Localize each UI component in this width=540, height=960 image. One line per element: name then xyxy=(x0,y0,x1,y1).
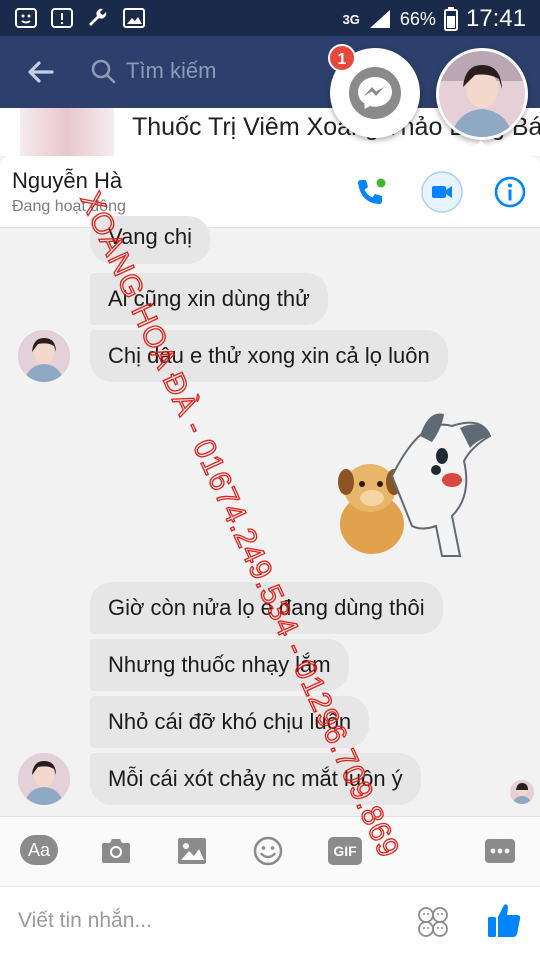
message-bubble[interactable]: Giờ còn nửa lọ e đang dùng thôi xyxy=(90,582,443,634)
thumbs-up-icon[interactable] xyxy=(486,901,522,939)
post-thumbnail xyxy=(20,108,114,156)
wrench-icon xyxy=(89,8,107,26)
clock: 17:41 xyxy=(465,5,526,32)
emoji-icon[interactable] xyxy=(250,835,286,867)
message-bubble[interactable]: Nhỏ cái đỡ khó chịu luôn xyxy=(90,696,370,748)
phone-call-icon[interactable] xyxy=(348,170,392,214)
status-bar: 3G 66% 17:41 xyxy=(0,0,540,36)
more-options-icon[interactable] xyxy=(482,835,518,867)
gallery-icon xyxy=(123,8,145,28)
message-bubble[interactable]: Ai cũng xin dùng thử xyxy=(90,273,328,325)
composer-toolbar: Aa GIF xyxy=(0,816,540,886)
info-icon[interactable] xyxy=(488,170,532,214)
reactions-icon[interactable] xyxy=(416,905,450,939)
camera-icon[interactable] xyxy=(98,835,134,867)
active-status: Đang hoạt động xyxy=(12,198,126,215)
message-bubble[interactable]: Vang chị xyxy=(90,216,210,264)
message-bubble[interactable]: Mỗi cái xót chảy nc mắt luôn ý xyxy=(90,753,421,805)
message-bubble[interactable]: Chị dâu e thử xong xin cả lọ luôn xyxy=(90,330,448,382)
contact-avatar[interactable] xyxy=(18,753,70,805)
battery-percent: 66% xyxy=(399,8,436,29)
message-input[interactable]: Viết tin nhắn... xyxy=(18,909,152,933)
message-composer: Viết tin nhắn... xyxy=(0,886,540,960)
contact-avatar[interactable] xyxy=(18,330,70,382)
gif-button[interactable]: GIF xyxy=(328,837,362,865)
chat-header: Nguyễn Hà Đang hoạt động xyxy=(0,156,540,228)
search-input[interactable]: Tìm kiếm xyxy=(126,58,216,84)
video-call-icon[interactable] xyxy=(420,170,464,214)
back-arrow-icon[interactable] xyxy=(24,56,56,88)
signal-icon xyxy=(369,10,390,28)
messenger-logo-icon xyxy=(349,67,401,119)
alert-icon xyxy=(51,8,73,28)
dog-sticker[interactable] xyxy=(332,406,492,566)
read-receipt-avatar xyxy=(510,780,534,804)
messenger-notification-icon xyxy=(15,8,37,28)
battery-icon xyxy=(443,7,458,31)
search-icon xyxy=(91,59,116,84)
gallery-icon[interactable] xyxy=(174,835,210,867)
message-bubble[interactable]: Nhưng thuốc nhạy lắm xyxy=(90,639,349,691)
contact-name[interactable]: Nguyễn Hà xyxy=(12,168,122,194)
network-type: 3G xyxy=(342,11,360,27)
unread-badge: 1 xyxy=(328,44,356,72)
contact-chat-head-avatar[interactable] xyxy=(436,48,528,140)
chat-panel: Nguyễn Hà Đang hoạt động Vang chị Ai cũn… xyxy=(0,156,540,960)
text-format-button[interactable]: Aa xyxy=(20,835,58,865)
